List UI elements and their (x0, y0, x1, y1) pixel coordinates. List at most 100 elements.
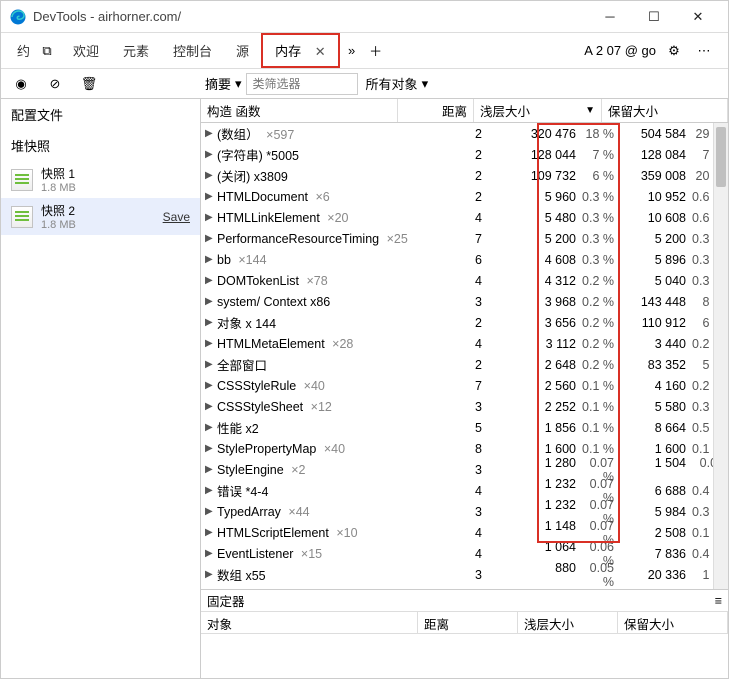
tab-sources[interactable]: 源 (224, 35, 261, 66)
table-row[interactable]: ▶system/ Context x8633 9680.2 %143 4488 … (201, 291, 728, 312)
expand-icon[interactable]: ▶ (205, 170, 215, 181)
snapshot-2-size: 1.8 MB (41, 219, 155, 231)
edge-icon (9, 8, 27, 26)
close-tab-icon[interactable]: ✕ (315, 44, 326, 59)
expand-icon[interactable]: ▶ (205, 527, 215, 538)
row-label: (字符串) *5005 (217, 145, 414, 164)
expand-icon[interactable]: ▶ (205, 443, 215, 454)
summary-label: 摘要 (205, 74, 231, 93)
table-row[interactable]: ▶性能 x251 8560.1 %8 6640.5 % (201, 417, 728, 438)
table-row[interactable]: ▶StyleEngine ×231 2800.07 %1 5040.09 % (201, 459, 728, 480)
settings-icon[interactable]: ⚙ (662, 39, 686, 63)
expand-icon[interactable]: ▶ (205, 275, 215, 286)
table-row[interactable]: ▶HTMLLinkElement ×2045 4800.3 %10 6080.6… (201, 207, 728, 228)
menu-icon[interactable]: ≡ (715, 594, 722, 608)
table-row[interactable]: ▶对象 x 14423 6560.2 %110 9126 % (201, 312, 728, 333)
more-tabs-icon[interactable]: » (340, 39, 364, 63)
kebab-menu-icon[interactable]: ⋯ (692, 39, 716, 63)
tab-elements[interactable]: 元素 (111, 35, 161, 66)
table-row[interactable]: ▶(数组） ×5972320 47618 %504 58429 % (201, 123, 728, 144)
table-row[interactable]: ▶数组 x5538800.05 %20 3361 % (201, 564, 728, 585)
expand-icon[interactable]: ▶ (205, 380, 215, 391)
col-distance[interactable]: 距离 (398, 99, 474, 122)
tab-approx[interactable]: 约 (5, 35, 33, 66)
table-row[interactable]: ▶HTMLScriptElement ×1041 1480.07 %2 5080… (201, 522, 728, 543)
table-row[interactable]: ▶CSSStyleRule ×4072 5600.1 %4 1600.2 % (201, 375, 728, 396)
issues-badge[interactable]: A 2 07 @ go (584, 43, 656, 58)
table-row[interactable]: ▶错误 *4-441 2320.07 %6 6880.4 % (201, 480, 728, 501)
minimize-button[interactable]: ─ (588, 3, 632, 31)
table-row[interactable]: ▶全部窗口22 6480.2 %83 3525 % (201, 354, 728, 375)
table-row[interactable]: ▶PerformanceResourceTiming ×2575 2000.3 … (201, 228, 728, 249)
tab-console[interactable]: 控制台 (161, 35, 224, 66)
record-icon[interactable]: ◉ (9, 72, 33, 96)
tab-welcome[interactable]: 欢迎 (61, 35, 111, 66)
table-row[interactable]: ▶EventListener ×1541 0640.06 %7 8360.4 % (201, 543, 728, 564)
expand-icon[interactable]: ▶ (205, 149, 215, 160)
class-filter-input[interactable] (246, 73, 358, 95)
expand-icon[interactable]: ▶ (205, 317, 215, 328)
summary-dropdown[interactable]: 摘要 ▾ (201, 72, 246, 95)
row-shallow: 8800.05 % (490, 561, 618, 589)
scrollbar-thumb[interactable] (716, 127, 726, 187)
clear-icon[interactable]: ⊘ (43, 72, 67, 96)
row-count: ×20 (324, 211, 349, 225)
footer-col-retained[interactable]: 保留大小 (618, 612, 728, 633)
table-rows[interactable]: ▶(数组） ×5972320 47618 %504 58429 %▶(字符串) … (201, 123, 728, 589)
row-count: ×10 (333, 526, 358, 540)
row-distance: 4 (414, 211, 490, 225)
expand-icon[interactable]: ▶ (205, 401, 215, 412)
expand-icon[interactable]: ▶ (205, 338, 215, 349)
expand-icon[interactable]: ▶ (205, 485, 215, 496)
col-retained[interactable]: 保留大小 (602, 99, 728, 122)
expand-icon[interactable]: ▶ (205, 212, 215, 223)
expand-icon[interactable]: ▶ (205, 548, 215, 559)
expand-icon[interactable]: ▶ (205, 254, 215, 265)
expand-icon[interactable]: ▶ (205, 422, 215, 433)
expand-icon[interactable]: ▶ (205, 464, 215, 475)
table-row[interactable]: ▶bb ×14464 6080.3 %5 8960.3 % (201, 249, 728, 270)
snapshot-1[interactable]: 快照 1 1.8 MB (1, 161, 200, 198)
row-label: bb ×144 (217, 253, 414, 267)
table-row[interactable]: ▶HTMLMetaElement ×2843 1120.2 %3 4400.2 … (201, 333, 728, 354)
row-label: 错误 *4-4 (217, 481, 414, 500)
tab-memory[interactable]: 内存 ✕ (261, 33, 340, 68)
chevron-down-icon: ▾ (422, 76, 429, 92)
save-link[interactable]: Save (163, 210, 190, 224)
delete-icon[interactable]: 🗑 (77, 72, 101, 96)
footer-col-object[interactable]: 对象 (201, 612, 418, 633)
expand-icon[interactable]: ▶ (205, 296, 215, 307)
expand-icon[interactable]: ▶ (205, 191, 215, 202)
expand-icon[interactable]: ▶ (205, 569, 215, 580)
expand-icon[interactable]: ▶ (205, 506, 215, 517)
col-shallow-label: 浅层大小 (480, 101, 530, 120)
table-row[interactable]: ▶DOMTokenList ×7844 3120.2 %5 0400.3 % (201, 270, 728, 291)
table-row[interactable]: ▶(字符串) *50052128 0447 %128 0847 % (201, 144, 728, 165)
row-retained: 143 4488 % (618, 295, 728, 309)
dock-icon[interactable]: ⧉ (33, 43, 61, 59)
row-distance: 5 (414, 421, 490, 435)
expand-icon[interactable]: ▶ (205, 128, 215, 139)
table-row[interactable]: ▶CSSStyleSheet ×1232 2520.1 %5 5800.3 % (201, 396, 728, 417)
expand-icon[interactable]: ▶ (205, 359, 215, 370)
maximize-button[interactable]: ☐ (632, 3, 676, 31)
row-distance: 7 (414, 379, 490, 393)
table-row[interactable]: ▶(关闭) x38092109 7326 %359 00820 % (201, 165, 728, 186)
col-shallow[interactable]: 浅层大小 ▼ (474, 99, 602, 122)
row-retained: 3 4400.2 % (618, 337, 728, 351)
expand-icon[interactable]: ▶ (205, 233, 215, 244)
table-row[interactable]: ▶TypedArray ×4431 2320.07 %5 9840.3 % (201, 501, 728, 522)
add-tab-icon[interactable]: ＋ (364, 39, 388, 63)
table-row[interactable]: ▶HTMLDocument ×625 9600.3 %10 9520.6 % (201, 186, 728, 207)
row-count: ×15 (297, 547, 322, 561)
footer-col-distance[interactable]: 距离 (418, 612, 518, 633)
footer-col-shallow[interactable]: 浅层大小 (518, 612, 618, 633)
row-label: CSSStyleRule ×40 (217, 379, 414, 393)
snapshot-2[interactable]: 快照 2 1.8 MB Save (1, 198, 200, 235)
close-button[interactable]: ✕ (676, 3, 720, 31)
all-objects-dropdown[interactable]: 所有对象 ▾ (358, 74, 429, 93)
scrollbar[interactable] (713, 123, 728, 589)
row-retained: 20 3361 % (618, 568, 728, 582)
col-constructor[interactable]: 构造 函数 (201, 99, 398, 122)
row-distance: 4 (414, 547, 490, 561)
